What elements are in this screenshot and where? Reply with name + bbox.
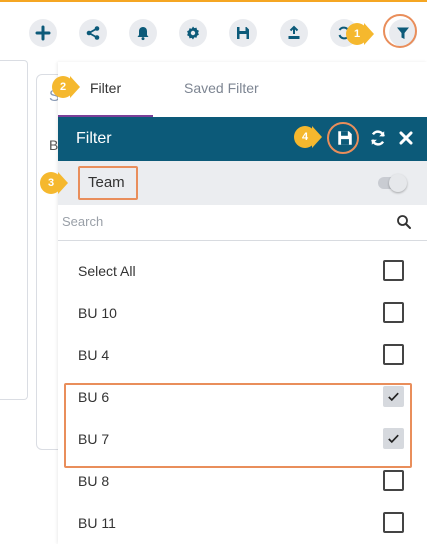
settings-button[interactable]: [179, 19, 207, 47]
toggle-knob: [389, 174, 407, 192]
save-icon: [237, 27, 249, 39]
filter-tabs: Filter Saved Filter: [58, 62, 427, 117]
tab-saved-filter[interactable]: Saved Filter: [184, 80, 259, 96]
filter-panel: Filter Saved Filter Filter Team Select A…: [58, 62, 427, 544]
list-item[interactable]: BU 4: [58, 334, 427, 376]
list-item-label: BU 4: [78, 347, 110, 363]
export-icon: [288, 25, 300, 39]
checkbox[interactable]: [383, 512, 404, 533]
step-marker-2: 2: [52, 76, 80, 98]
background-row-letter: B: [49, 137, 59, 153]
list-item-label: Select All: [78, 263, 136, 279]
list-item[interactable]: BU 10: [58, 292, 427, 334]
list-item-label: BU 10: [78, 305, 117, 321]
step-marker-4: 4: [294, 126, 322, 148]
filter-button-highlight: [383, 14, 417, 48]
selected-items-highlight: [64, 383, 412, 468]
filter-header: Filter: [58, 117, 427, 161]
team-toggle[interactable]: [378, 174, 407, 192]
export-button[interactable]: [280, 19, 308, 47]
refresh-icon: [371, 130, 385, 146]
save-button[interactable]: [229, 19, 257, 47]
save-filter-highlight: [327, 122, 359, 154]
checkbox[interactable]: [383, 260, 404, 281]
list-item-select-all[interactable]: Select All: [58, 250, 427, 292]
checkbox[interactable]: [383, 344, 404, 365]
marker-pointer: [312, 126, 322, 148]
marker-pointer: [70, 76, 80, 98]
bell-icon: [137, 27, 149, 41]
notifications-button[interactable]: [129, 19, 157, 47]
search-bar: [58, 205, 427, 241]
search-input[interactable]: [62, 214, 382, 229]
background-left-panel: [0, 60, 28, 400]
checkbox[interactable]: [383, 302, 404, 323]
marker-pointer: [58, 172, 68, 194]
team-label-highlight: [78, 166, 138, 200]
checkbox[interactable]: [383, 470, 404, 491]
filter-title: Filter: [76, 130, 112, 147]
plus-icon: [35, 25, 51, 41]
share-button[interactable]: [79, 19, 107, 47]
search-icon[interactable]: [396, 214, 412, 230]
step-marker-1: 1: [346, 23, 374, 45]
list-item[interactable]: BU 11: [58, 502, 427, 544]
share-icon: [86, 26, 100, 40]
list-item-label: BU 8: [78, 473, 110, 489]
tab-filter[interactable]: Filter: [90, 80, 121, 96]
list-item-label: BU 11: [78, 515, 116, 531]
gear-icon: [187, 26, 199, 40]
add-button[interactable]: [29, 19, 57, 47]
refresh-filter-button[interactable]: [367, 127, 389, 149]
close-filter-button[interactable]: [395, 127, 417, 149]
close-icon: [399, 131, 413, 145]
step-marker-3: 3: [40, 172, 68, 194]
marker-pointer: [364, 23, 374, 45]
